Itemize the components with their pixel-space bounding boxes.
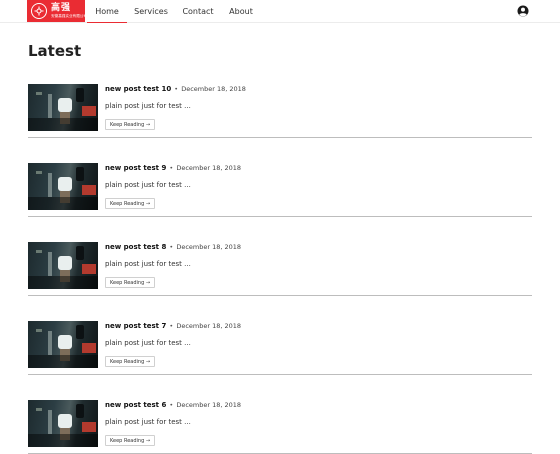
post-meta: new post test 10 • December 18, 2018 xyxy=(105,85,246,93)
keep-reading-button[interactable]: Keep Reading → xyxy=(105,277,156,288)
post-title[interactable]: new post test 7 xyxy=(105,322,166,330)
post-thumbnail[interactable] xyxy=(28,321,98,368)
nav-item-about[interactable]: About xyxy=(221,0,261,23)
post-meta: new post test 7 • December 18, 2018 xyxy=(105,322,241,330)
post-date: December 18, 2018 xyxy=(176,164,242,172)
keep-reading-button[interactable]: Keep Reading → xyxy=(105,435,156,446)
post-title[interactable]: new post test 6 xyxy=(105,401,166,409)
post-separator: • xyxy=(169,322,174,330)
post-item: new post test 7 • December 18, 2018 plai… xyxy=(28,321,532,375)
nav-item-services[interactable]: Services xyxy=(127,0,175,23)
post-separator: • xyxy=(174,85,179,93)
logo-emblem-icon xyxy=(31,3,47,19)
logo-text: 高强 安徽高强实业有限公司 xyxy=(51,4,91,18)
post-date: December 18, 2018 xyxy=(176,401,242,409)
post-separator: • xyxy=(169,401,174,409)
post-thumbnail[interactable] xyxy=(28,400,98,447)
logo-title: 高强 xyxy=(51,3,72,13)
post-excerpt: plain post just for test ... xyxy=(105,181,191,189)
post-separator: • xyxy=(169,164,174,172)
post-item: new post test 8 • December 18, 2018 plai… xyxy=(28,242,532,296)
post-thumbnail[interactable] xyxy=(28,84,98,131)
page-title: Latest xyxy=(28,42,82,60)
nav-item-home[interactable]: Home xyxy=(87,0,127,23)
post-separator: • xyxy=(169,243,174,251)
post-meta: new post test 9 • December 18, 2018 xyxy=(105,164,241,172)
post-thumbnail[interactable] xyxy=(28,242,98,289)
post-item: new post test 6 • December 18, 2018 plai… xyxy=(28,400,532,454)
post-excerpt: plain post just for test ... xyxy=(105,339,191,347)
main-nav: Home Services Contact About xyxy=(87,0,261,23)
post-excerpt: plain post just for test ... xyxy=(105,102,191,110)
keep-reading-button[interactable]: Keep Reading → xyxy=(105,356,156,367)
post-item: new post test 10 • December 18, 2018 pla… xyxy=(28,84,532,138)
post-excerpt: plain post just for test ... xyxy=(105,260,191,268)
post-meta: new post test 8 • December 18, 2018 xyxy=(105,243,241,251)
post-title[interactable]: new post test 9 xyxy=(105,164,166,172)
post-item: new post test 9 • December 18, 2018 plai… xyxy=(28,163,532,217)
post-excerpt: plain post just for test ... xyxy=(105,418,191,426)
keep-reading-button[interactable]: Keep Reading → xyxy=(105,119,156,130)
post-date: December 18, 2018 xyxy=(181,85,246,93)
post-meta: new post test 6 • December 18, 2018 xyxy=(105,401,241,409)
keep-reading-button[interactable]: Keep Reading → xyxy=(105,198,156,209)
site-header: 高强 安徽高强实业有限公司 Home Services Contact Abou… xyxy=(0,0,560,23)
post-date: December 18, 2018 xyxy=(176,322,242,330)
post-date: December 18, 2018 xyxy=(176,243,242,251)
account-circle-icon[interactable] xyxy=(517,5,529,17)
post-thumbnail[interactable] xyxy=(28,163,98,210)
post-title[interactable]: new post test 8 xyxy=(105,243,166,251)
logo-subtitle: 安徽高强实业有限公司 xyxy=(51,13,87,18)
post-title[interactable]: new post test 10 xyxy=(105,85,171,93)
site-logo[interactable]: 高强 安徽高强实业有限公司 xyxy=(27,0,87,22)
nav-item-contact[interactable]: Contact xyxy=(175,0,221,23)
